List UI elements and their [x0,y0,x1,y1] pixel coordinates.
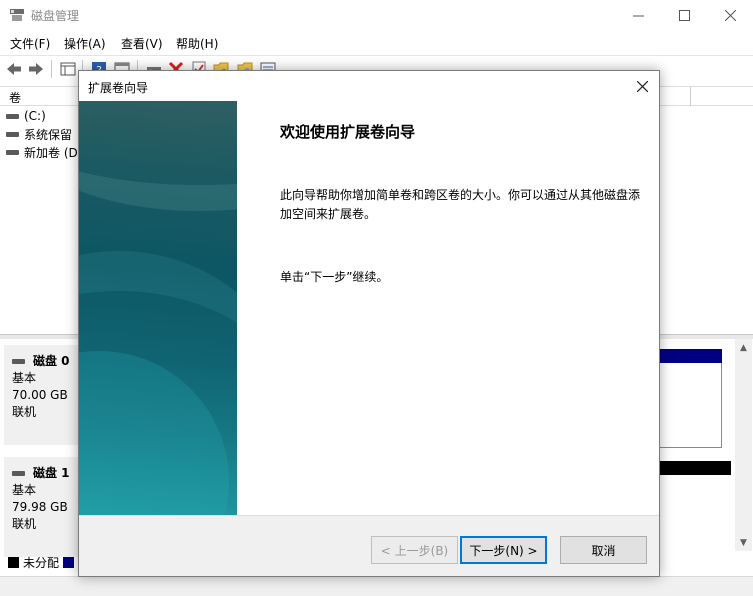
maximize-button[interactable] [661,0,707,30]
wizard-description: 此向导帮助你增加简单卷和跨区卷的大小。你可以通过从其他磁盘添加空间来扩展卷。 [280,188,641,221]
disk-size: 79.98 GB [12,500,68,514]
title-bar: 磁盘管理 [0,0,753,30]
disk-icon [12,359,25,364]
menu-help[interactable]: 帮助(H) [176,35,218,52]
close-icon [636,80,648,92]
minimize-icon [632,15,644,16]
dialog-title-bar: 扩展卷向导 [79,71,659,101]
drive-icon [6,149,19,155]
menu-action[interactable]: 操作(A) [64,35,106,52]
menu-file[interactable]: 文件(F) [10,35,50,52]
forward-arrow-icon[interactable] [27,60,45,78]
extend-volume-wizard: 扩展卷向导 欢迎使用扩展卷向导 此向导帮助你增加简单卷和跨区卷的大小。你可以通过… [78,70,660,577]
console-tree-icon[interactable] [59,60,77,78]
legend: 未分配 [0,552,78,572]
minimize-button[interactable] [615,0,661,30]
column-divider[interactable] [690,87,691,106]
partition-block[interactable] [659,363,722,448]
disk-status: 联机 [12,517,37,531]
wizard-banner-image [79,101,237,515]
close-window-button[interactable] [707,0,753,30]
legend-swatch-primary [63,556,75,568]
disk-0-panel[interactable]: 磁盘 0 基本 70.00 GB 联机 [4,345,78,445]
drive-icon [6,131,19,137]
menu-bar: 文件(F) 操作(A) 查看(V) 帮助(H) [0,33,753,53]
volume-row[interactable]: (C:) [6,107,46,125]
disk-name: 磁盘 1 [33,466,70,480]
disk-type: 基本 [12,371,37,385]
scroll-up-icon[interactable]: ▲ [735,339,752,356]
disk-1-panel[interactable]: 磁盘 1 基本 79.98 GB 联机 [4,457,78,557]
wizard-continue-text: 单击“下一步”继续。 [280,270,389,284]
disk-management-icon [10,9,24,21]
cancel-button[interactable]: 取消 [560,536,647,564]
close-icon [724,9,736,21]
scroll-down-icon[interactable]: ▼ [735,534,752,551]
vertical-scrollbar[interactable]: ▲ ▼ [735,339,752,551]
unallocated-header-bar [659,461,731,475]
legend-label-unallocated: 未分配 [23,555,60,570]
volume-name: (C:) [24,109,46,123]
next-button[interactable]: 下一步(N) > [460,536,547,564]
drive-icon [6,113,19,119]
volume-name: 新加卷 (D: [24,145,82,160]
dialog-close-button[interactable] [631,76,653,96]
back-button[interactable]: < 上一步(B) [371,536,458,564]
volume-row[interactable]: 新加卷 (D: [6,143,82,161]
dialog-title: 扩展卷向导 [88,81,149,95]
partition-header-bar [659,349,722,363]
column-header-volume[interactable]: 卷 [9,89,21,106]
wizard-heading: 欢迎使用扩展卷向导 [280,123,416,141]
status-bar [0,576,753,596]
disk-name: 磁盘 0 [33,354,70,368]
disk-icon [12,471,25,476]
back-arrow-icon[interactable] [5,60,23,78]
disk-status: 联机 [12,405,37,419]
volume-name: 系统保留 [24,127,73,142]
legend-swatch-unallocated [8,556,19,568]
window-title: 磁盘管理 [31,9,80,23]
maximize-icon [678,9,690,21]
disk-type: 基本 [12,483,37,497]
dialog-button-bar: < 上一步(B) 下一步(N) > 取消 [79,515,659,576]
volume-row[interactable]: 系统保留 [6,125,72,143]
toolbar-separator [51,60,52,78]
menu-view[interactable]: 查看(V) [121,35,163,52]
disk-size: 70.00 GB [12,388,68,402]
